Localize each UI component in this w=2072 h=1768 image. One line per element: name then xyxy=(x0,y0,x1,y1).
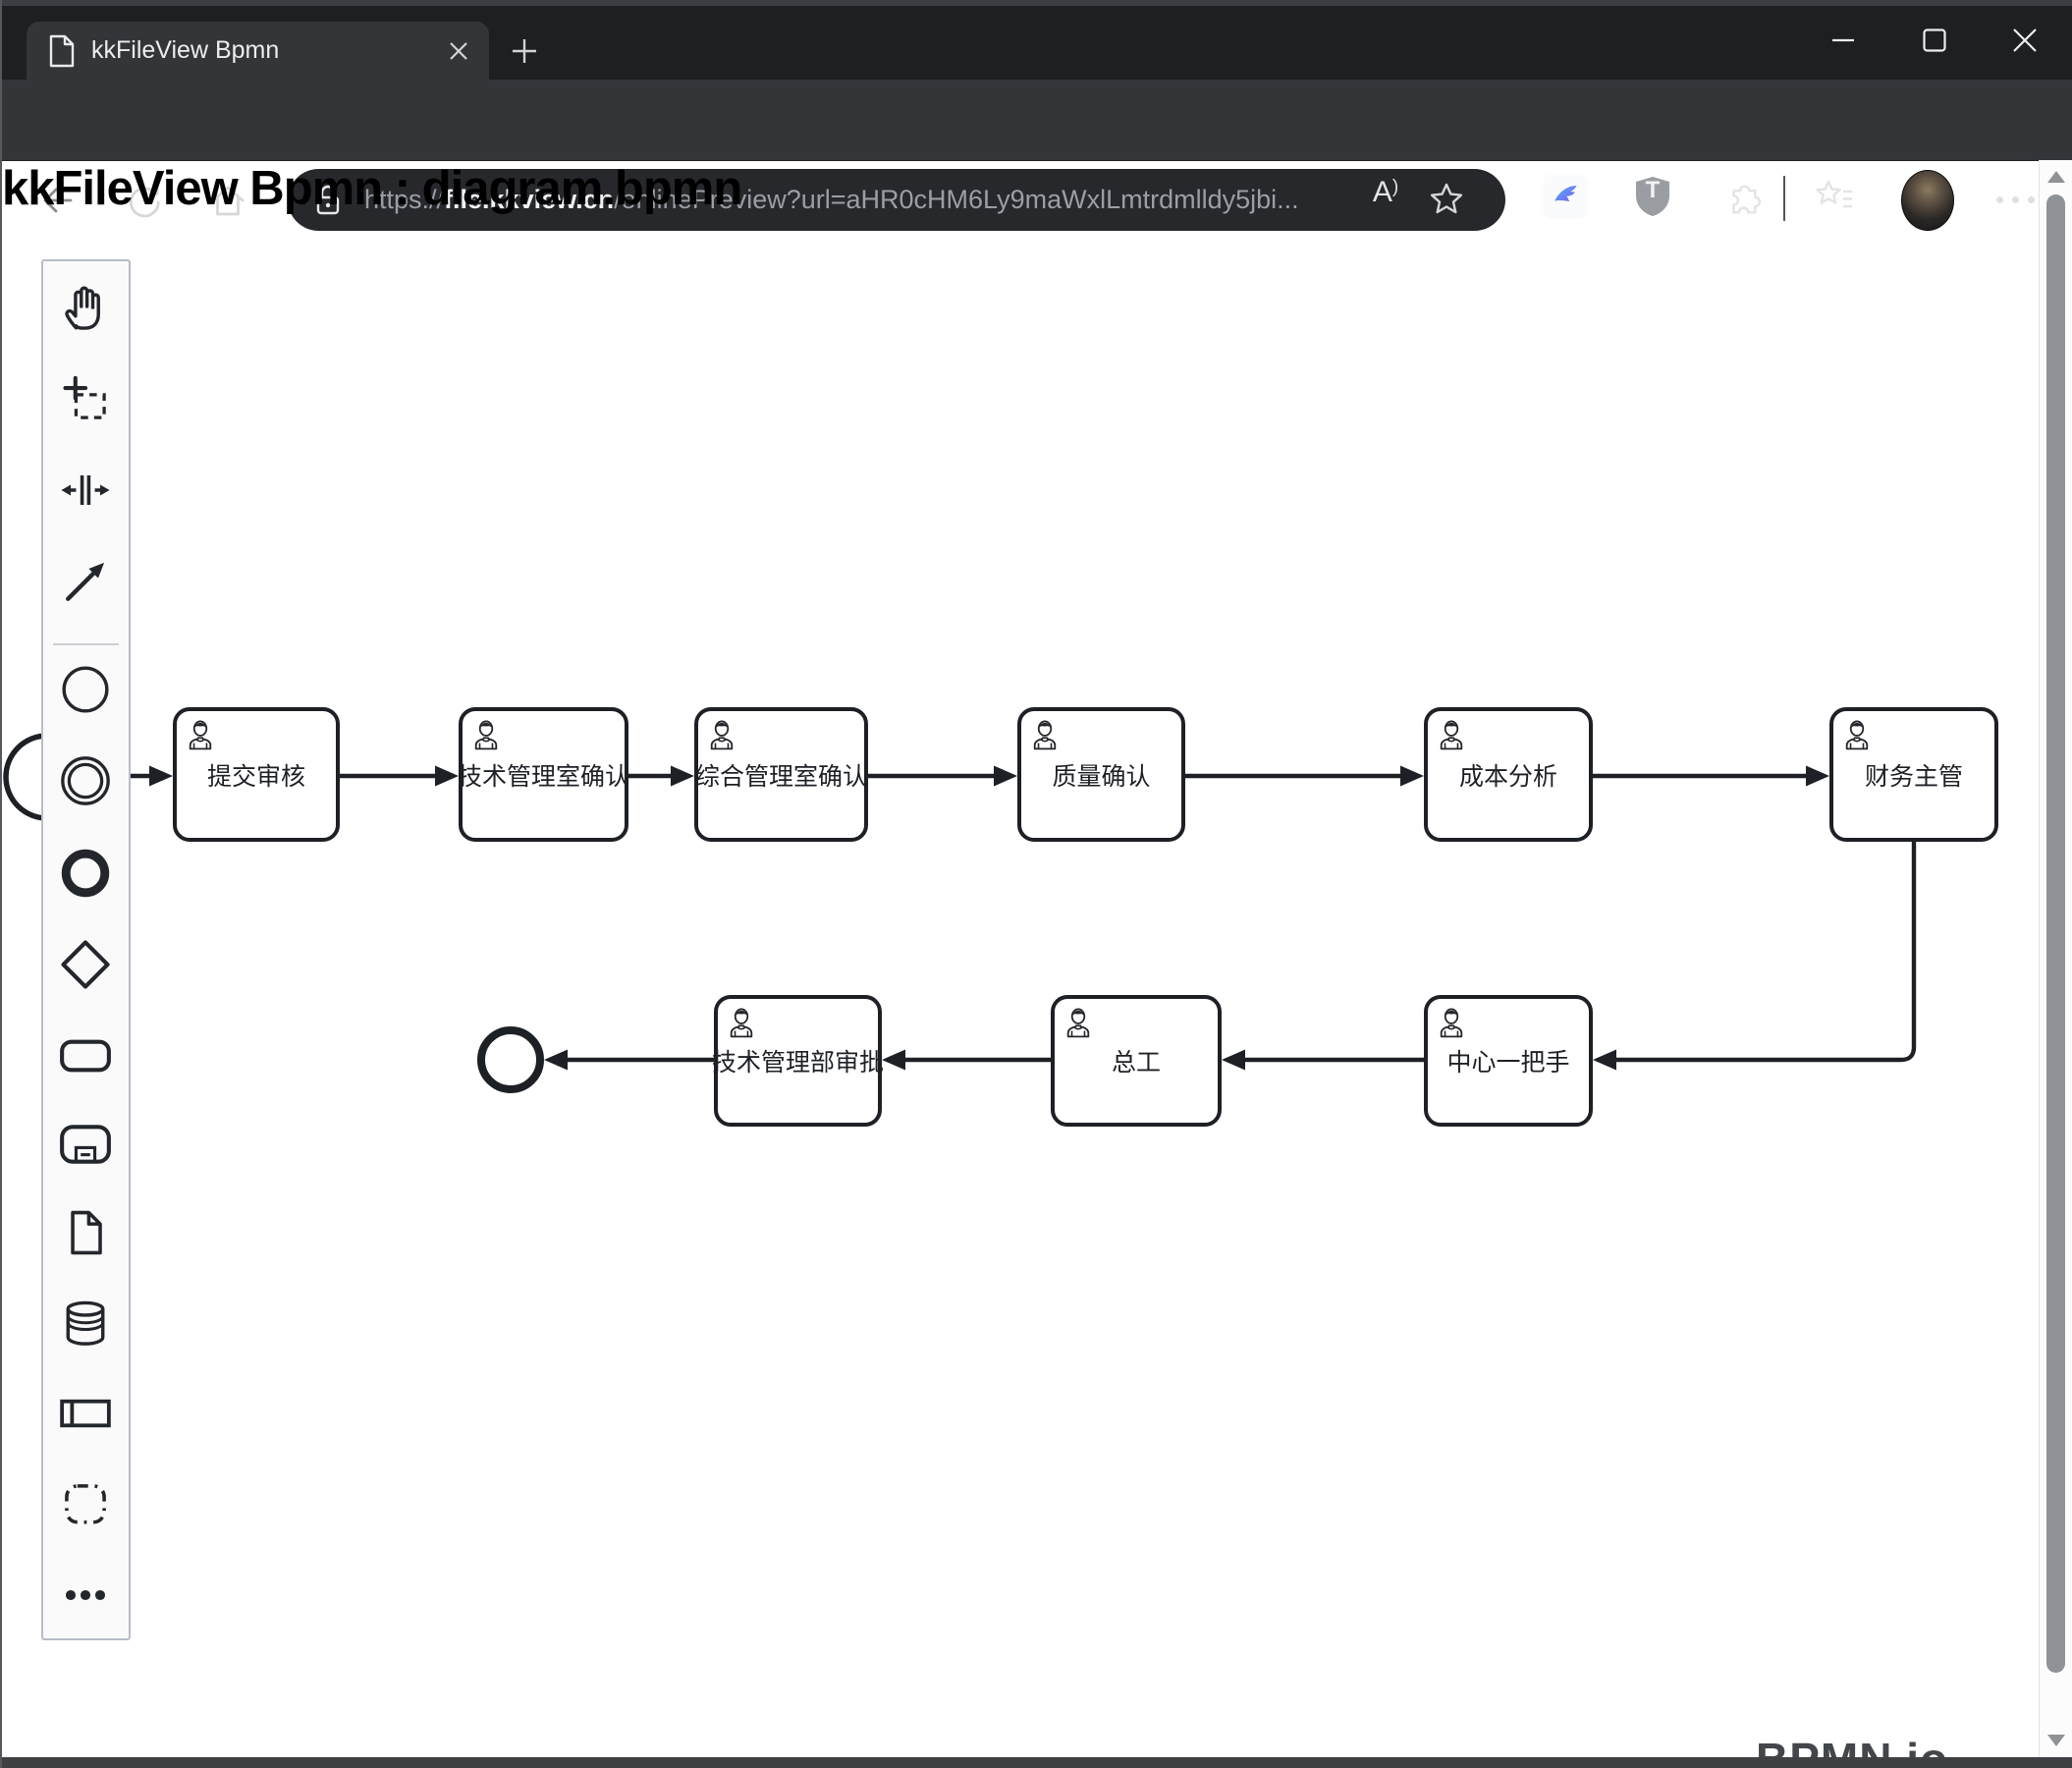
task-label: 财务主管 xyxy=(1864,762,1963,791)
hand-tool-icon[interactable] xyxy=(56,277,115,336)
task-center-head[interactable]: 中心一把手 xyxy=(1424,995,1593,1127)
palette-more-options-icon[interactable] xyxy=(56,1566,115,1625)
task-chief-engineer[interactable]: 总工 xyxy=(1051,995,1222,1127)
user-task-icon xyxy=(469,717,503,750)
create-data-store-icon[interactable] xyxy=(56,1294,115,1353)
create-gateway-icon[interactable] xyxy=(56,935,115,994)
palette-separator xyxy=(53,643,119,645)
scrollbar-up-arrow[interactable] xyxy=(2047,171,2065,183)
task-label: 技术管理部审批 xyxy=(712,1049,885,1077)
space-tool-icon[interactable] xyxy=(56,461,115,520)
task-label: 质量确认 xyxy=(1052,762,1151,791)
bpmn-palette xyxy=(41,259,131,1640)
user-task-icon xyxy=(1062,1005,1095,1038)
page-title: kkFileView Bpmn : diagram.bpmn xyxy=(2,162,742,215)
create-intermediate-event-icon[interactable] xyxy=(56,751,115,810)
scrollbar-thumb[interactable] xyxy=(2046,194,2065,1673)
task-label: 综合管理室确认 xyxy=(695,762,868,791)
task-label: 成本分析 xyxy=(1458,762,1557,791)
task-label: 总工 xyxy=(1111,1049,1161,1077)
user-task-icon xyxy=(705,717,738,750)
user-task-icon xyxy=(1840,717,1874,750)
bpmn-end-event[interactable] xyxy=(477,1026,544,1093)
task-cost-analysis[interactable]: 成本分析 xyxy=(1424,707,1593,842)
scrollbar-down-arrow[interactable] xyxy=(2047,1735,2065,1746)
create-task-icon[interactable] xyxy=(56,1026,115,1085)
create-subprocess-icon[interactable] xyxy=(56,1115,115,1174)
window-bottom-edge xyxy=(0,1757,2072,1768)
task-tech-dept-approval[interactable]: 技术管理部审批 xyxy=(712,995,885,1127)
global-connect-tool-icon[interactable] xyxy=(56,552,115,611)
create-group-icon[interactable] xyxy=(56,1475,115,1534)
task-finance-director[interactable]: 财务主管 xyxy=(1829,707,1998,842)
window-left-edge xyxy=(0,0,2,1768)
task-label: 技术管理室确认 xyxy=(458,762,630,791)
task-quality-confirm[interactable]: 质量确认 xyxy=(1017,707,1185,842)
create-data-object-icon[interactable] xyxy=(56,1203,115,1262)
user-task-icon xyxy=(725,1005,758,1038)
user-task-icon xyxy=(184,717,217,750)
user-task-icon xyxy=(1435,1005,1468,1038)
create-end-event-icon[interactable] xyxy=(56,844,115,903)
task-label: 中心一把手 xyxy=(1446,1049,1570,1077)
page-scrollbar[interactable] xyxy=(2039,160,2072,1757)
lasso-tool-icon[interactable] xyxy=(56,369,115,428)
task-tech-office-confirm[interactable]: 技术管理室确认 xyxy=(458,707,630,842)
browser-window: kkFileView Bpmn https://file.kkview.cn/o… xyxy=(0,0,2072,1768)
bpmn-canvas[interactable] xyxy=(0,0,2072,1768)
create-start-event-icon[interactable] xyxy=(56,660,115,719)
user-task-icon xyxy=(1435,717,1468,750)
task-submit-review[interactable]: 提交审核 xyxy=(173,707,340,842)
create-participant-icon[interactable] xyxy=(56,1384,115,1443)
user-task-icon xyxy=(1028,717,1062,750)
task-label: 提交审核 xyxy=(206,762,305,791)
task-general-office-confirm[interactable]: 综合管理室确认 xyxy=(694,707,868,842)
